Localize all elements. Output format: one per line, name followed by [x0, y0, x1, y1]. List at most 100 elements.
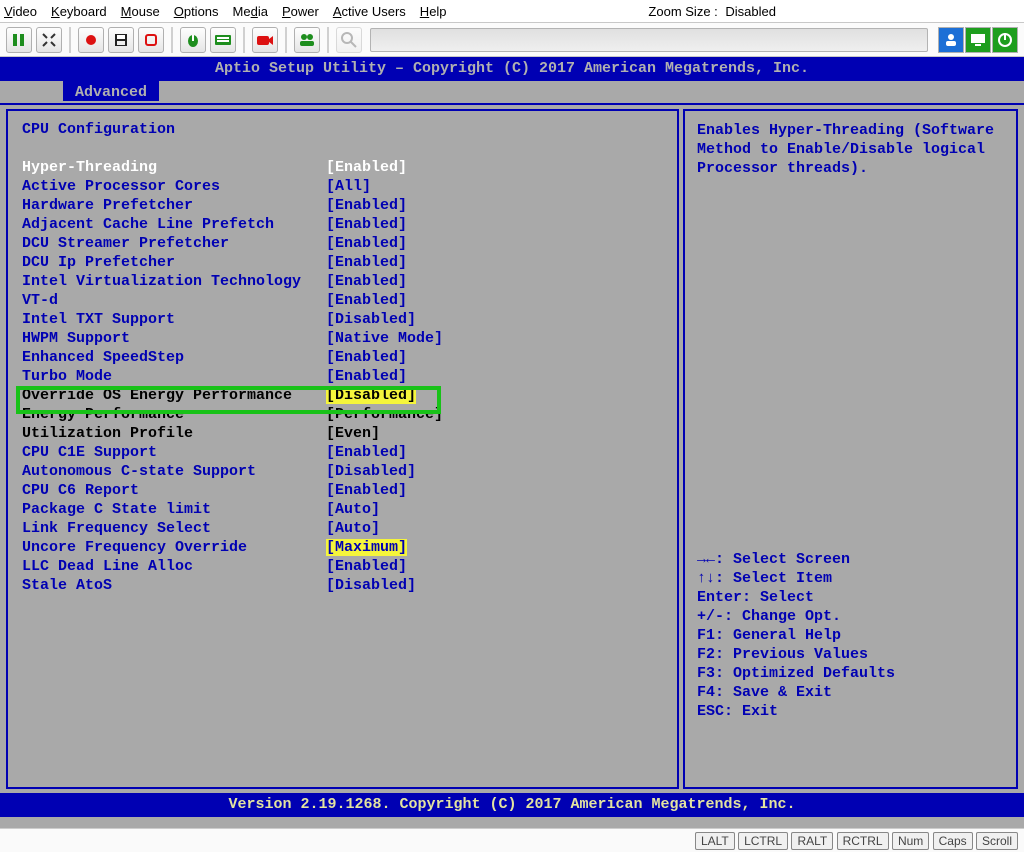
setting-label: Intel Virtualization Technology — [22, 272, 326, 291]
setting-row[interactable]: Autonomous C-state Support[Disabled] — [22, 462, 663, 481]
setting-row[interactable]: CPU C6 Report[Enabled] — [22, 481, 663, 500]
setting-label: Override OS Energy Performance — [22, 386, 326, 405]
setting-value: [Enabled] — [326, 253, 407, 272]
setting-row[interactable]: Package C State limit[Auto] — [22, 500, 663, 519]
setting-value: [Disabled] — [326, 576, 416, 595]
setting-value: [Auto] — [326, 519, 380, 538]
status-indicator: Num — [892, 832, 929, 850]
setting-value: [Enabled] — [326, 215, 407, 234]
setting-row[interactable]: HWPM Support[Native Mode] — [22, 329, 663, 348]
help-pane: Enables Hyper-Threading (Software Method… — [683, 109, 1018, 789]
setting-row[interactable]: Utilization Profile[Even] — [22, 424, 663, 443]
menu-active-users[interactable]: Active Users — [333, 4, 406, 19]
setting-row[interactable]: Hardware Prefetcher[Enabled] — [22, 196, 663, 215]
setting-row[interactable]: Intel Virtualization Technology[Enabled] — [22, 272, 663, 291]
setting-label: DCU Ip Prefetcher — [22, 253, 326, 272]
users-icon[interactable] — [294, 27, 320, 53]
setting-row[interactable]: Intel TXT Support[Disabled] — [22, 310, 663, 329]
setting-row[interactable]: Link Frequency Select[Auto] — [22, 519, 663, 538]
setting-value: [Enabled] — [326, 234, 407, 253]
setting-label: Hardware Prefetcher — [22, 196, 326, 215]
setting-row[interactable]: VT-d[Enabled] — [22, 291, 663, 310]
setting-label: Intel TXT Support — [22, 310, 326, 329]
menu-power[interactable]: Power — [282, 4, 319, 19]
menu-video[interactable]: Video — [4, 4, 37, 19]
menu-help[interactable]: Help — [420, 4, 447, 19]
setting-value: [Enabled] — [326, 557, 407, 576]
setting-label: Hyper-Threading — [22, 158, 326, 177]
setting-row[interactable]: DCU Ip Prefetcher[Enabled] — [22, 253, 663, 272]
settings-pane: CPU Configuration Hyper-Threading[Enable… — [6, 109, 679, 789]
setting-label: Active Processor Cores — [22, 177, 326, 196]
setting-row[interactable]: Hyper-Threading[Enabled] — [22, 158, 663, 177]
user-account-icon[interactable] — [938, 27, 964, 53]
toolbar-separator — [171, 27, 173, 53]
setting-label: Utilization Profile — [22, 424, 326, 443]
setting-value: [Enabled] — [326, 367, 407, 386]
menu-media[interactable]: Media — [233, 4, 268, 19]
camera-icon[interactable] — [252, 27, 278, 53]
toolbar — [0, 22, 1024, 57]
setting-value: [Performance] — [326, 405, 443, 424]
record-icon[interactable] — [78, 27, 104, 53]
status-bar: LALT LCTRL RALT RCTRL Num Caps Scroll — [0, 828, 1024, 852]
menu-keyboard[interactable]: Keyboard — [51, 4, 107, 19]
status-indicator: LCTRL — [738, 832, 788, 850]
menu-mouse[interactable]: Mouse — [121, 4, 160, 19]
setting-row[interactable]: Override OS Energy Performance[Disabled] — [22, 386, 663, 405]
setting-value: [Disabled] — [326, 310, 416, 329]
setting-row[interactable]: Stale AtoS[Disabled] — [22, 576, 663, 595]
help-text: Enables Hyper-Threading (Software Method… — [697, 121, 1004, 178]
setting-row[interactable]: CPU C1E Support[Enabled] — [22, 443, 663, 462]
setting-label: Turbo Mode — [22, 367, 326, 386]
status-indicator: RCTRL — [837, 832, 889, 850]
toolbar-separator — [285, 27, 287, 53]
menubar: Video Keyboard Mouse Options Media Power… — [0, 0, 1024, 22]
play-icon[interactable] — [6, 27, 32, 53]
setting-row[interactable]: Adjacent Cache Line Prefetch[Enabled] — [22, 215, 663, 234]
setting-label: Uncore Frequency Override — [22, 538, 326, 557]
setting-row[interactable]: LLC Dead Line Alloc[Enabled] — [22, 557, 663, 576]
zoom-size-value: Disabled — [725, 4, 776, 19]
bios-version: Version 2.19.1268. Copyright (C) 2017 Am… — [0, 793, 1024, 817]
save-icon[interactable] — [108, 27, 134, 53]
tab-advanced[interactable]: Advanced — [63, 81, 159, 101]
setting-row[interactable]: DCU Streamer Prefetcher[Enabled] — [22, 234, 663, 253]
setting-label: Package C State limit — [22, 500, 326, 519]
setting-label: LLC Dead Line Alloc — [22, 557, 326, 576]
toolbar-address-field[interactable] — [370, 28, 928, 52]
mouse-pointer-icon[interactable] — [180, 27, 206, 53]
setting-label: VT-d — [22, 291, 326, 310]
setting-value: [Auto] — [326, 500, 380, 519]
bios-tab-row: Advanced — [0, 81, 1024, 103]
setting-row[interactable]: Active Processor Cores[All] — [22, 177, 663, 196]
setting-value: [Disabled] — [326, 386, 416, 405]
setting-row[interactable]: Enhanced SpeedStep[Enabled] — [22, 348, 663, 367]
setting-label: HWPM Support — [22, 329, 326, 348]
setting-value: [Native Mode] — [326, 329, 443, 348]
menu-options[interactable]: Options — [174, 4, 219, 19]
status-indicator: LALT — [695, 832, 735, 850]
setting-value: [Even] — [326, 424, 380, 443]
setting-row[interactable]: Uncore Frequency Override[Maximum] — [22, 538, 663, 557]
setting-row[interactable]: Energy Performance[Performance] — [22, 405, 663, 424]
section-title: CPU Configuration — [22, 121, 663, 138]
status-indicator: Caps — [933, 832, 973, 850]
setting-label: Adjacent Cache Line Prefetch — [22, 215, 326, 234]
setting-value: [Enabled] — [326, 291, 407, 310]
setting-value: [Maximum] — [326, 538, 407, 557]
setting-row[interactable]: Turbo Mode[Enabled] — [22, 367, 663, 386]
monitor-icon[interactable] — [965, 27, 991, 53]
toolbar-separator — [327, 27, 329, 53]
keyboard-icon[interactable] — [210, 27, 236, 53]
setting-label: Energy Performance — [22, 405, 326, 424]
setting-value: [Enabled] — [326, 443, 407, 462]
status-indicator: Scroll — [976, 832, 1018, 850]
setting-value: [Enabled] — [326, 196, 407, 215]
zoom-icon[interactable] — [336, 27, 362, 53]
fullscreen-icon[interactable] — [36, 27, 62, 53]
setting-label: Link Frequency Select — [22, 519, 326, 538]
power-icon[interactable] — [992, 27, 1018, 53]
toolbar-separator — [243, 27, 245, 53]
stop-icon[interactable] — [138, 27, 164, 53]
